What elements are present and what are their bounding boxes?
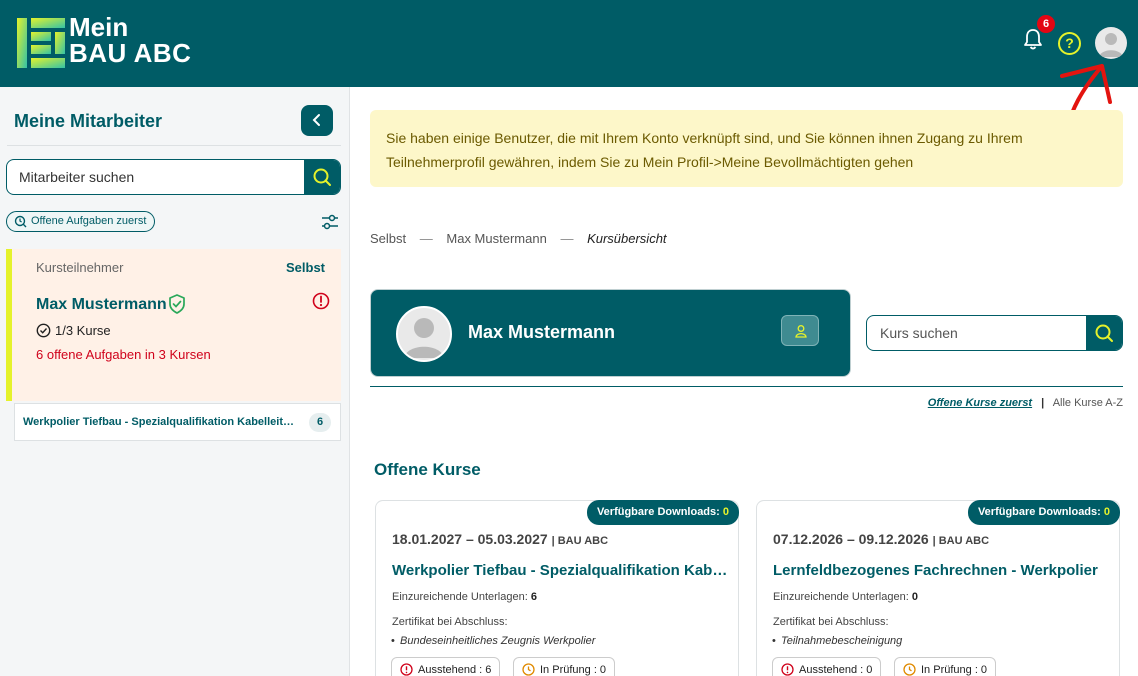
employee-course-progress: 1/3 Kurse bbox=[36, 323, 111, 338]
status-pending-chip[interactable]: Ausstehend : 0 bbox=[772, 657, 882, 676]
chevron-left-icon bbox=[312, 113, 320, 126]
employee-search-input[interactable] bbox=[7, 160, 304, 194]
profile-card: Max Mustermann bbox=[370, 289, 851, 377]
search-icon bbox=[1095, 324, 1113, 342]
employee-card[interactable]: Kursteilnehmer Selbst Max Mustermann 1/3… bbox=[6, 249, 341, 401]
employee-open-tasks: 6 offene Aufgaben in 3 Kursen bbox=[36, 347, 211, 362]
status-pending-label: Ausstehend : 6 bbox=[418, 664, 492, 676]
course-card[interactable]: Verfügbare Downloads: 0 18.01.2027 – 05.… bbox=[375, 500, 739, 676]
employee-courses-text: 1/3 Kurse bbox=[55, 323, 111, 338]
course-location: | BAU ABC bbox=[551, 535, 609, 547]
breadcrumb-separator: — bbox=[560, 231, 574, 246]
course-sort-links: Offene Kurse zuerst | Alle Kurse A-Z bbox=[928, 397, 1123, 409]
notification-badge[interactable]: 6 bbox=[1037, 15, 1055, 33]
clock-icon bbox=[903, 663, 916, 676]
breadcrumb-item-current: Kursübersicht bbox=[587, 231, 667, 246]
logo-wordmark[interactable]: Mein BAU ABC bbox=[69, 14, 191, 66]
breadcrumb-item-self[interactable]: Selbst bbox=[370, 231, 406, 246]
filter-settings-icon[interactable] bbox=[321, 213, 339, 231]
downloads-label: Verfügbare Downloads: bbox=[596, 506, 720, 518]
employee-search-button[interactable] bbox=[304, 160, 340, 194]
alert-circle-icon bbox=[312, 292, 330, 310]
course-title[interactable]: Lernfeldbezogenes Fachrechnen - Werkpoli… bbox=[773, 562, 1109, 579]
breadcrumb-separator: — bbox=[419, 231, 433, 246]
course-search-button[interactable] bbox=[1086, 316, 1122, 350]
downloads-badge[interactable]: Verfügbare Downloads: 0 bbox=[586, 500, 739, 525]
course-card[interactable]: Verfügbare Downloads: 0 07.12.2026 – 09.… bbox=[756, 500, 1120, 676]
clock-icon bbox=[522, 663, 535, 676]
filter-chip-label: Offene Aufgaben zuerst bbox=[31, 215, 147, 227]
downloads-badge[interactable]: Verfügbare Downloads: 0 bbox=[967, 500, 1120, 525]
user-avatar-icon[interactable] bbox=[1095, 27, 1127, 59]
sort-separator: | bbox=[1041, 397, 1045, 409]
status-review-chip[interactable]: In Prüfung : 0 bbox=[513, 657, 616, 676]
employee-self-label: Selbst bbox=[285, 260, 325, 275]
breadcrumb: Selbst — Max Mustermann — Kursübersicht bbox=[370, 231, 667, 246]
help-icon[interactable]: ? bbox=[1058, 32, 1081, 55]
delegation-notice: Sie haben einige Benutzer, die mit Ihrem… bbox=[370, 110, 1123, 187]
check-circle-icon bbox=[36, 323, 51, 338]
employee-search bbox=[6, 159, 341, 195]
status-review-label: In Prüfung : 0 bbox=[540, 664, 607, 676]
course-title[interactable]: Werkpolier Tiefbau - Spezialqualifikatio… bbox=[392, 562, 728, 579]
certificate-item: Teilnahmebescheinigung bbox=[772, 635, 902, 647]
app-header: Mein BAU ABC 6 ? bbox=[0, 0, 1138, 87]
course-date-range: 18.01.2027 – 05.03.2027 bbox=[392, 531, 548, 547]
sidebar-title: Meine Mitarbeiter bbox=[14, 111, 163, 131]
collapse-sidebar-button[interactable] bbox=[301, 105, 333, 136]
downloads-value: 0 bbox=[722, 506, 729, 518]
sort-alphabetical-link[interactable]: Alle Kurse A-Z bbox=[1053, 397, 1123, 409]
profile-name: Max Mustermann bbox=[468, 322, 616, 342]
employee-course-name: Werkpolier Tiefbau - Spezialqualifikatio… bbox=[23, 416, 298, 428]
sidebar-divider bbox=[7, 145, 341, 146]
employee-course-count: 6 bbox=[309, 413, 331, 432]
certificate-label: Zertifikat bei Abschluss: bbox=[773, 616, 889, 628]
employee-name: Max Mustermann bbox=[36, 296, 167, 313]
course-documents: Einzureichende Unterlagen: 6 bbox=[392, 591, 537, 603]
status-review-chip[interactable]: In Prüfung : 0 bbox=[894, 657, 997, 676]
sort-open-first-link[interactable]: Offene Kurse zuerst bbox=[928, 397, 1032, 409]
status-pending-label: Ausstehend : 0 bbox=[799, 664, 873, 676]
logo-line-2: BAU ABC bbox=[69, 38, 192, 68]
course-documents: Einzureichende Unterlagen: 0 bbox=[773, 591, 918, 603]
main-divider bbox=[370, 386, 1123, 387]
certificate-label: Zertifikat bei Abschluss: bbox=[392, 616, 508, 628]
open-tasks-first-filter[interactable]: Offene Aufgaben zuerst bbox=[6, 211, 156, 232]
verified-shield-icon bbox=[169, 294, 185, 314]
course-search-input[interactable] bbox=[867, 316, 1086, 350]
alert-circle-icon bbox=[400, 663, 413, 676]
profile-avatar-icon bbox=[396, 306, 452, 362]
course-dates: 18.01.2027 – 05.03.2027 | BAU ABC bbox=[392, 531, 608, 547]
certificate-item: Bundeseinheitliches Zeugnis Werkpolier bbox=[391, 635, 595, 647]
profile-details-button[interactable] bbox=[781, 315, 819, 346]
downloads-label: Verfügbare Downloads: bbox=[977, 506, 1101, 518]
status-review-label: In Prüfung : 0 bbox=[921, 664, 988, 676]
course-location: | BAU ABC bbox=[932, 535, 990, 547]
bau-abc-logo-icon[interactable] bbox=[17, 18, 65, 68]
downloads-value: 0 bbox=[1103, 506, 1110, 518]
sidebar: Meine Mitarbeiter Offene Aufgaben zuerst… bbox=[0, 87, 350, 676]
course-search bbox=[866, 315, 1123, 351]
employee-course-item[interactable]: Werkpolier Tiefbau - Spezialqualifikatio… bbox=[14, 403, 341, 441]
employee-role: Kursteilnehmer bbox=[36, 260, 124, 275]
status-pending-chip[interactable]: Ausstehend : 6 bbox=[391, 657, 501, 676]
documents-count: 6 bbox=[530, 591, 537, 603]
documents-label: Einzureichende Unterlagen: bbox=[392, 591, 528, 603]
course-date-range: 07.12.2026 – 09.12.2026 bbox=[773, 531, 929, 547]
search-clock-icon bbox=[14, 215, 27, 228]
open-courses-heading: Offene Kurse bbox=[374, 460, 481, 479]
logo-line-1: Mein bbox=[69, 12, 129, 42]
course-dates: 07.12.2026 – 09.12.2026 | BAU ABC bbox=[773, 531, 989, 547]
documents-label: Einzureichende Unterlagen: bbox=[773, 591, 909, 603]
breadcrumb-item-employee[interactable]: Max Mustermann bbox=[446, 231, 546, 246]
alert-circle-icon bbox=[781, 663, 794, 676]
documents-count: 0 bbox=[911, 591, 918, 603]
user-icon bbox=[795, 325, 807, 338]
search-icon bbox=[313, 168, 331, 186]
